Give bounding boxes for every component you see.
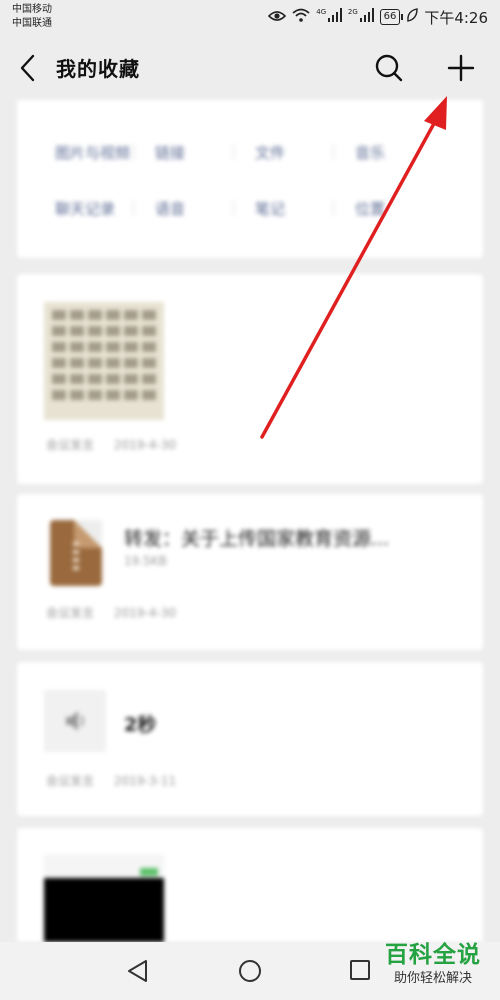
battery-indicator: 66	[379, 9, 404, 25]
voice-duration: 2秒	[124, 714, 157, 736]
category-grid: 图片与视频 链接 文件 音乐 聊天记录 语音 笔记 位置	[55, 124, 455, 236]
category-card: 图片与视频 链接 文件 音乐 聊天记录 语音 笔记 位置	[17, 100, 483, 258]
item-meta: 会议发言 2019-3-11	[46, 772, 176, 789]
search-button[interactable]	[372, 50, 406, 86]
category-location[interactable]: 位置	[333, 198, 455, 219]
page-title: 我的收藏	[56, 57, 140, 81]
top-navigation-bar: 我的收藏	[0, 36, 500, 100]
item-date: 2019-4-30	[114, 606, 177, 620]
signal-bars-2-icon	[359, 8, 374, 22]
favorite-item-file[interactable]: 转发：关于上传国家教育资源... 19.5KB 会议发言 2019-4-30	[17, 494, 483, 650]
item-meta: 会议发言 2019-4-30	[46, 436, 176, 453]
category-chat-history[interactable]: 聊天记录	[55, 198, 155, 219]
signal-2: 2G	[348, 8, 374, 26]
category-links[interactable]: 链接	[133, 142, 255, 163]
favorite-item-video[interactable]	[17, 828, 483, 942]
category-images-videos[interactable]: 图片与视频	[55, 142, 155, 163]
item-date: 2019-4-30	[114, 438, 177, 452]
back-button[interactable]	[14, 50, 44, 86]
carrier-labels: 中国移动 中国联通	[12, 3, 52, 31]
clock: 下午4:26	[424, 8, 488, 27]
file-size: 19.5KB	[124, 554, 167, 568]
net-type-2: 2G	[347, 8, 358, 16]
status-bar: 中国移动 中国联通 4G 2G 66 下午4:26	[0, 0, 500, 36]
signal-1: 4G	[316, 8, 342, 26]
video-thumbnail	[44, 854, 164, 942]
item-source: 会议发言	[46, 606, 95, 620]
item-meta: 会议发言 2019-4-30	[46, 604, 176, 621]
category-row: 聊天记录 语音 笔记 位置	[55, 180, 455, 236]
status-icons: 4G 2G 66 下午4:26	[268, 6, 488, 28]
favorite-item-voice[interactable]: 2秒 会议发言 2019-3-11	[17, 662, 483, 816]
leaf-icon	[406, 8, 419, 26]
voice-thumbnail	[44, 690, 106, 752]
wifi-icon	[292, 8, 310, 26]
category-music[interactable]: 音乐	[333, 142, 455, 163]
speaker-icon	[66, 711, 84, 731]
item-date: 2019-3-11	[114, 774, 177, 788]
signal-bars-1-icon	[327, 8, 342, 22]
watermark-title: 百科全说	[385, 942, 481, 968]
nav-recent-icon[interactable]	[350, 960, 370, 980]
file-title: 转发：关于上传国家教育资源...	[124, 528, 390, 550]
carrier-2: 中国联通	[12, 18, 52, 29]
search-icon	[375, 54, 403, 82]
item-source: 会议发言	[46, 438, 95, 452]
category-voice[interactable]: 语音	[133, 198, 255, 219]
plus-icon	[447, 54, 475, 82]
favorites-list[interactable]: 图片与视频 链接 文件 音乐 聊天记录 语音 笔记 位置 会议发言 2019-4…	[0, 100, 500, 942]
nav-home-icon[interactable]	[238, 958, 262, 984]
category-row: 图片与视频 链接 文件 音乐	[55, 124, 455, 180]
image-thumbnail	[44, 302, 164, 420]
carrier-1: 中国移动	[12, 4, 52, 15]
nav-back-icon[interactable]	[126, 958, 150, 984]
category-notes[interactable]: 笔记	[233, 198, 355, 219]
back-arrow-icon	[20, 54, 35, 82]
item-source: 会议发言	[46, 774, 95, 788]
favorite-item-image[interactable]: 会议发言 2019-4-30	[17, 274, 483, 484]
category-files[interactable]: 文件	[233, 142, 355, 163]
eye-icon	[268, 8, 287, 26]
add-button[interactable]	[444, 50, 478, 86]
net-type-1: 4G	[316, 8, 327, 16]
watermark-subtitle: 助你轻松解决	[393, 971, 472, 986]
watermark-logo: 百科全说 助你轻松解决	[370, 940, 496, 1000]
file-zip-icon	[50, 520, 102, 586]
